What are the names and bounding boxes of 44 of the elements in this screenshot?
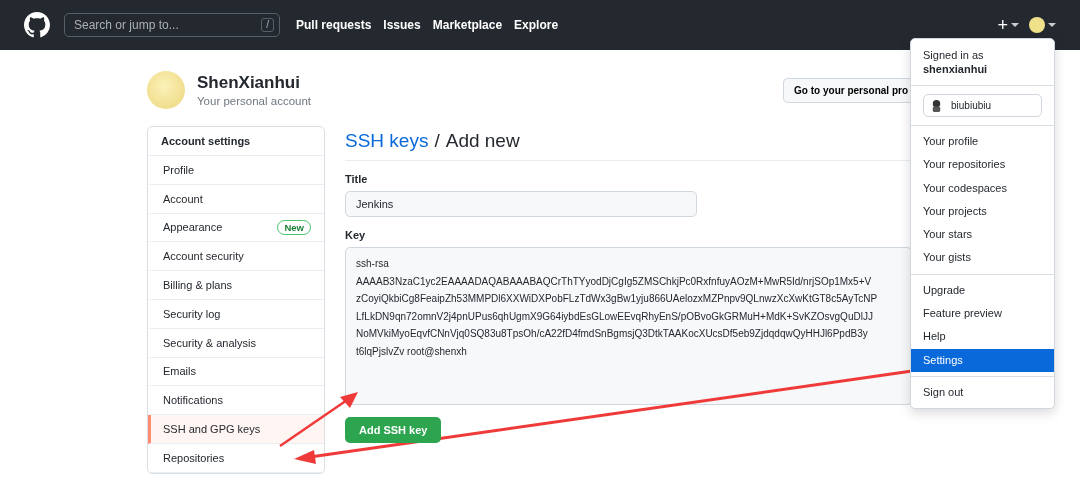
menu-item[interactable]: Your codespaces [911,176,1054,200]
sidebar-heading: Account settings [148,127,324,156]
menu-item[interactable]: Your profile [911,130,1054,154]
account-name: ShenXianhui [197,73,301,93]
menu-item[interactable]: Upgrade [911,278,1054,303]
nav-link[interactable]: Pull requests [296,18,372,32]
menu-item[interactable]: Feature preview [911,302,1054,326]
title-input-field[interactable]: Jenkins [345,191,697,217]
page-title: Add new [445,130,520,152]
field-label: Title [345,173,368,185]
account-subtitle: Your personal account [197,95,312,107]
shortcut-key: / [261,18,274,32]
field-label: Key [345,229,366,241]
menu-item[interactable]: Your stars [911,223,1054,247]
figure-icon [930,99,943,112]
sidebar-item[interactable]: Account security [148,242,324,272]
menu-item[interactable]: Sign out [911,380,1054,405]
breadcrumb-separator: / [434,130,440,152]
octocat-logo-icon[interactable] [24,12,50,38]
key-textarea[interactable]: ssh-rsa AAAAB3NzaC1yc2EAAAADAQABAAABAQCrThTYyodDjCgIg5ZMSChkjPc0RxfnfuyAOzM+MwR5Id/nrjSOp1Mx5+V zCoyiQkbiCg8FeaipZh53MMPDl6XXWiDXPobFLzTdWx3gBw1yju866UAelozxMZPnpv9QLnwzXcXwKtGT8c5AyTcNP LfLkDN9qn72omnV2j4pnUPus6qhUgmX9G64iybdEsGLowEEvqRhyEnS/pOBvoGkGRMuH+MdK+SvKZOsvgQuDlJJ NoMVkiMyoEqvfCNnVjq0SQ83u8TpsOh/cA22fD4fmdSnBgmsjQ3DtkTAAKocXUcsDf5eb9ZjdqdqwQyHHJl6PpdB3y t6lqPjslvZv root@shenxh [345,247,912,405]
username: shenxianhui [922,63,989,77]
sidebar-item[interactable]: Emails [148,357,324,387]
avatar-button[interactable] [1029,17,1056,33]
sidebar-item[interactable]: Security & analysis [148,328,324,358]
menu-item[interactable]: Your gists [911,246,1054,270]
new-button[interactable]: + [997,14,1019,36]
sidebar-item[interactable]: Account [148,184,324,214]
nav-link[interactable]: Explore [514,18,559,32]
breadcrumb-link[interactable]: SSH keys [345,130,429,152]
menu-item[interactable]: Your repositories [911,153,1054,177]
menu-item[interactable]: Settings [911,348,1054,372]
sidebar-item[interactable]: Billing & plans [148,271,324,300]
personal-profile-button[interactable]: Go to your personal pro [783,77,910,103]
nav-link[interactable]: Issues [383,18,421,32]
sidebar-item[interactable]: SSH and GPG keys [148,415,324,444]
menu-item[interactable]: Your projects [911,199,1054,224]
signed-in-label: Signed in as [922,48,985,63]
status-button[interactable]: biubiubiu [923,94,1042,117]
sidebar-item[interactable]: Appearance New [148,213,324,243]
sidebar-item[interactable]: Profile [148,156,324,185]
user-avatar [147,71,185,109]
menu-item[interactable]: Help [911,325,1054,349]
nav-link[interactable]: Marketplace [432,18,503,32]
sidebar-item[interactable]: Security log [148,300,324,329]
